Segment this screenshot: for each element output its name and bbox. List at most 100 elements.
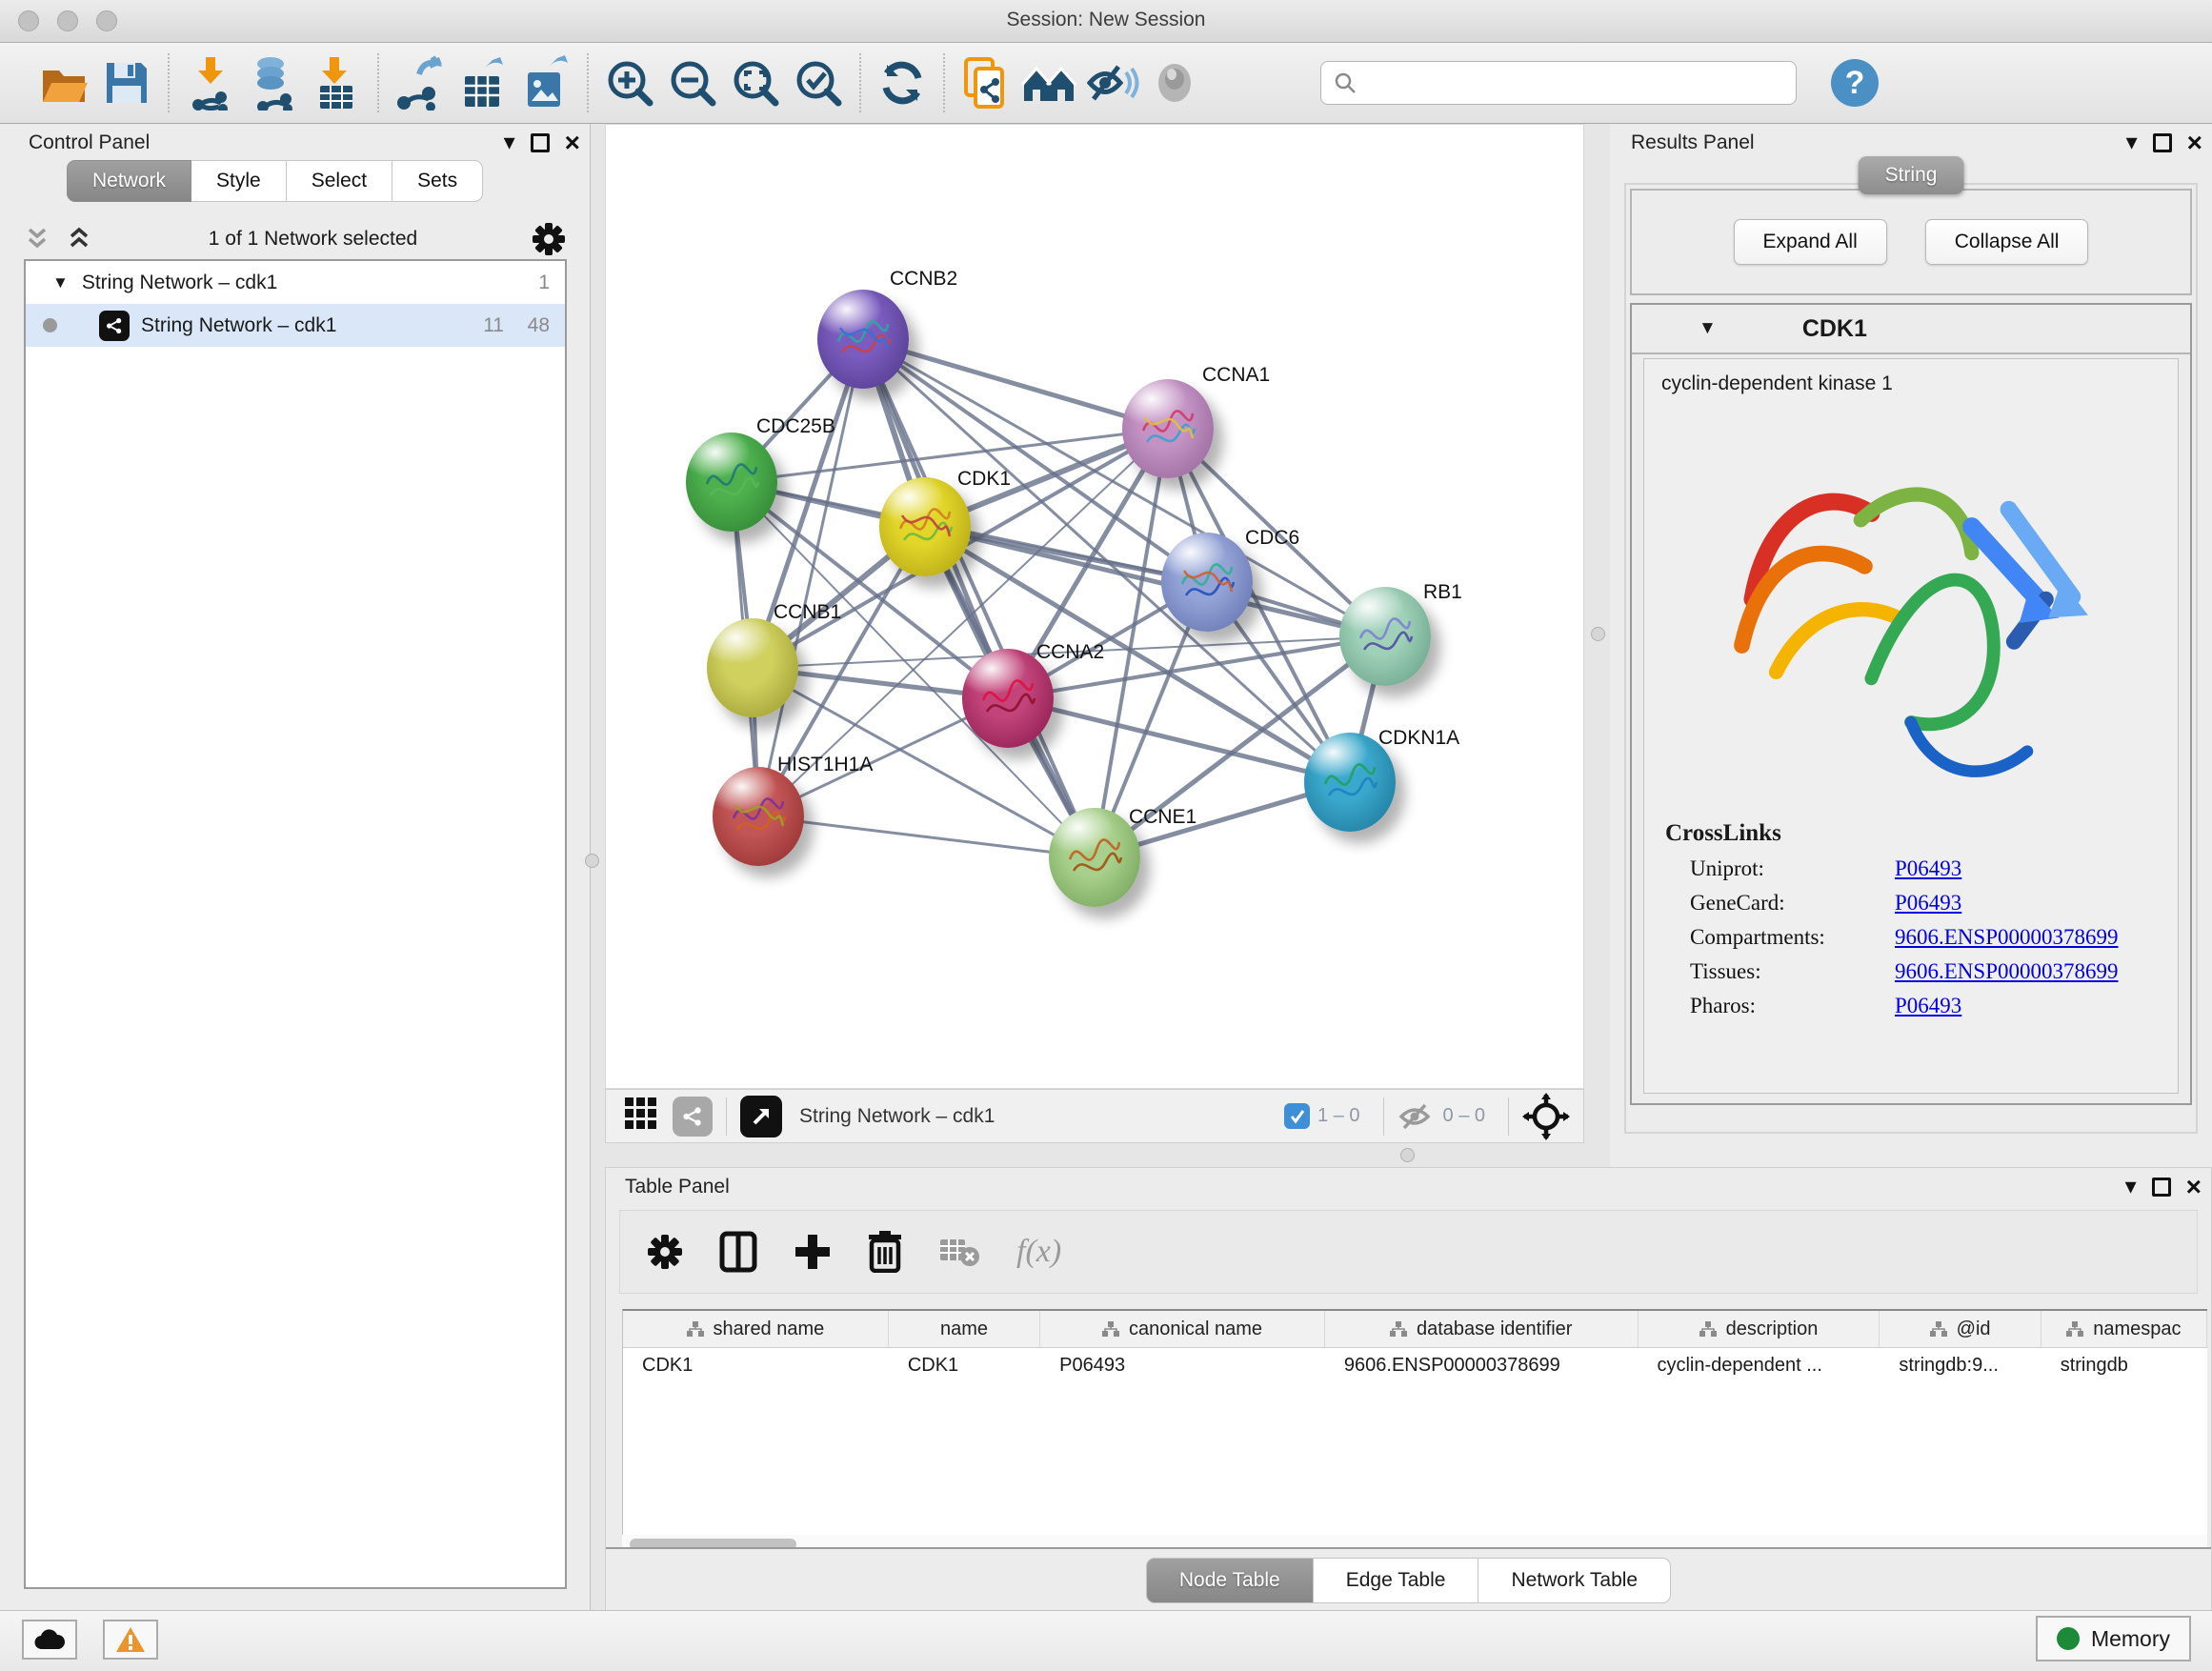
expand-all-icon[interactable] bbox=[66, 227, 94, 252]
panel-collapse-icon[interactable]: ▾ bbox=[504, 131, 515, 154]
crosslink-link[interactable]: P06493 bbox=[1895, 856, 1961, 881]
column-header-database-identifier[interactable]: database identifier bbox=[1325, 1311, 1639, 1347]
pan-crosshair-icon[interactable] bbox=[1522, 1093, 1570, 1140]
tab-string[interactable]: String bbox=[1859, 156, 1964, 194]
home-button[interactable] bbox=[1017, 51, 1080, 114]
horizontal-splitter-handle[interactable] bbox=[1400, 1148, 1415, 1162]
table-cell[interactable]: stringdb:9... bbox=[1880, 1348, 2041, 1384]
hide-selected-button[interactable] bbox=[1080, 51, 1143, 114]
birdseye-toggle-button[interactable] bbox=[623, 1096, 659, 1137]
edge-hist1h1a-ccne1[interactable] bbox=[758, 816, 1095, 857]
selected-nodes-checkbox[interactable] bbox=[1284, 1103, 1310, 1129]
export-network-button[interactable] bbox=[389, 51, 452, 114]
node-HIST1H1A[interactable] bbox=[713, 767, 804, 866]
node-CCNE1[interactable] bbox=[1049, 808, 1140, 907]
import-database-button[interactable] bbox=[242, 51, 305, 114]
tab-style[interactable]: Style bbox=[191, 160, 287, 202]
main-toolbar: ? bbox=[0, 43, 2212, 124]
panel-close-icon[interactable]: × bbox=[2186, 1174, 2202, 1200]
table-row[interactable]: CDK1CDK1P064939606.ENSP00000378699cyclin… bbox=[623, 1348, 2207, 1384]
column-header-canonical-name[interactable]: canonical name bbox=[1040, 1311, 1325, 1347]
column-header-description[interactable]: description bbox=[1639, 1311, 1880, 1347]
tab-network-table[interactable]: Network Table bbox=[1478, 1558, 1671, 1603]
tab-select[interactable]: Select bbox=[287, 160, 392, 202]
node-RB1[interactable] bbox=[1339, 587, 1431, 686]
create-column-icon[interactable] bbox=[794, 1233, 832, 1271]
network-canvas[interactable]: CCNB2CCNA1CDC25BCDK1CDC6RB1CCNB1CCNA2CDK… bbox=[605, 124, 1584, 1089]
help-button[interactable]: ? bbox=[1823, 51, 1886, 114]
zoom-selected-button[interactable] bbox=[787, 51, 850, 114]
refresh-button[interactable] bbox=[871, 51, 934, 114]
import-table-button[interactable] bbox=[305, 51, 368, 114]
column-header-shared-name[interactable]: shared name bbox=[623, 1311, 889, 1347]
panel-float-icon[interactable] bbox=[2153, 133, 2172, 152]
panel-float-icon[interactable] bbox=[2152, 1178, 2171, 1197]
node-CDC6[interactable] bbox=[1161, 533, 1253, 632]
edge-ccnb2-hist1h1a[interactable] bbox=[758, 339, 863, 816]
zoom-fit-button[interactable] bbox=[724, 51, 787, 114]
table-cell[interactable]: CDK1 bbox=[623, 1348, 889, 1384]
export-table-button[interactable] bbox=[452, 51, 514, 114]
column-header-name[interactable]: name bbox=[889, 1311, 1040, 1347]
tab-network[interactable]: Network bbox=[67, 160, 191, 202]
warnings-button[interactable] bbox=[103, 1620, 158, 1660]
clone-network-button[interactable] bbox=[955, 51, 1017, 114]
tab-sets[interactable]: Sets bbox=[392, 160, 483, 202]
memory-button[interactable]: Memory bbox=[2036, 1616, 2191, 1661]
table-cell[interactable]: cyclin-dependent ... bbox=[1638, 1348, 1880, 1384]
network-collection-row[interactable]: ▼ String Network – cdk1 1 bbox=[26, 261, 565, 304]
tree-expand-icon[interactable]: ▼ bbox=[52, 273, 69, 292]
preview-button[interactable] bbox=[1143, 51, 1206, 114]
network-options-gear-icon[interactable] bbox=[532, 222, 566, 256]
panel-float-icon[interactable] bbox=[531, 133, 550, 152]
delete-column-icon[interactable] bbox=[868, 1231, 902, 1273]
gene-section-header[interactable]: ▼ CDK1 bbox=[1632, 305, 2190, 354]
node-CDK1[interactable] bbox=[879, 477, 971, 576]
cloud-status-button[interactable] bbox=[22, 1620, 77, 1660]
tab-node-table[interactable]: Node Table bbox=[1146, 1558, 1314, 1603]
show-columns-icon[interactable] bbox=[719, 1231, 757, 1273]
left-splitter-handle[interactable] bbox=[585, 854, 599, 868]
node-table[interactable]: shared namenamecanonical namedatabase id… bbox=[622, 1309, 2207, 1535]
table-options-gear-icon[interactable] bbox=[647, 1234, 683, 1270]
panel-collapse-icon[interactable]: ▾ bbox=[2126, 131, 2138, 154]
node-CCNB2[interactable] bbox=[817, 290, 909, 389]
collapse-all-button[interactable]: Collapse All bbox=[1925, 219, 2089, 265]
panel-close-icon[interactable]: × bbox=[565, 130, 580, 156]
node-CDC25B[interactable] bbox=[686, 433, 777, 532]
node-CCNB1[interactable] bbox=[707, 618, 798, 717]
delete-table-icon[interactable] bbox=[938, 1236, 980, 1268]
string-view-button[interactable] bbox=[673, 1097, 713, 1137]
zoom-out-button[interactable] bbox=[661, 51, 724, 114]
edge-ccnb2-ccna1[interactable] bbox=[863, 339, 1168, 429]
save-session-button[interactable] bbox=[95, 51, 158, 114]
crosslink-link[interactable]: 9606.ENSP00000378699 bbox=[1895, 959, 2119, 984]
collapse-all-icon[interactable] bbox=[24, 227, 52, 252]
table-cell[interactable]: CDK1 bbox=[889, 1348, 1040, 1384]
open-session-button[interactable] bbox=[32, 51, 95, 114]
table-cell[interactable]: 9606.ENSP00000378699 bbox=[1325, 1348, 1639, 1384]
panel-close-icon[interactable]: × bbox=[2187, 130, 2202, 156]
search-field[interactable] bbox=[1320, 61, 1797, 105]
detach-view-button[interactable] bbox=[740, 1096, 782, 1137]
panel-collapse-icon[interactable]: ▾ bbox=[2125, 1176, 2137, 1198]
crosslink-link[interactable]: P06493 bbox=[1895, 891, 1961, 916]
crosslink-link[interactable]: 9606.ENSP00000378699 bbox=[1895, 925, 2119, 950]
tab-edge-table[interactable]: Edge Table bbox=[1314, 1558, 1479, 1603]
crosslink-link[interactable]: P06493 bbox=[1895, 994, 1961, 1018]
column-header--id[interactable]: @id bbox=[1880, 1311, 2041, 1347]
node-label-RB1: RB1 bbox=[1423, 581, 1462, 604]
node-CCNA1[interactable] bbox=[1122, 379, 1214, 478]
right-splitter-handle[interactable] bbox=[1591, 627, 1605, 641]
search-input[interactable] bbox=[1357, 72, 1767, 94]
network-row[interactable]: String Network – cdk1 11 48 bbox=[26, 304, 565, 347]
table-cell[interactable]: P06493 bbox=[1040, 1348, 1325, 1384]
export-image-button[interactable] bbox=[514, 51, 577, 114]
table-cell[interactable]: stringdb bbox=[2041, 1348, 2207, 1384]
column-header-namespac[interactable]: namespac bbox=[2041, 1311, 2207, 1347]
edge-ccnb2-ccne1[interactable] bbox=[863, 339, 1095, 857]
import-network-button[interactable] bbox=[179, 51, 242, 114]
section-expand-icon[interactable]: ▼ bbox=[1699, 318, 1717, 339]
zoom-in-button[interactable] bbox=[598, 51, 661, 114]
expand-all-button[interactable]: Expand All bbox=[1734, 219, 1887, 265]
